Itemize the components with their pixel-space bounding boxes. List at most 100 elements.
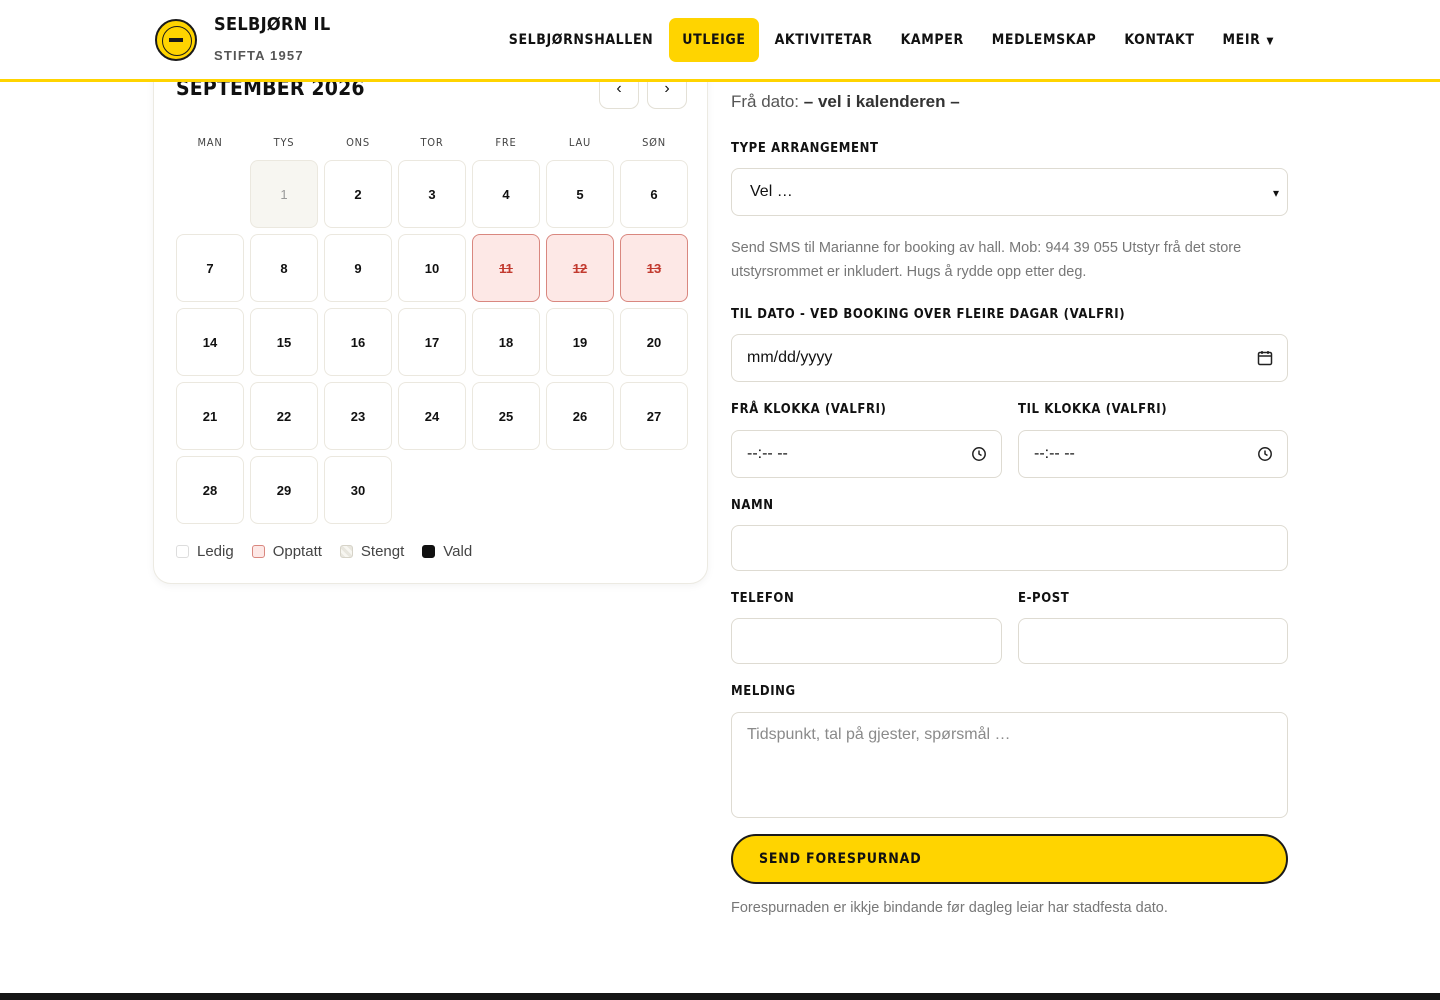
legend-swatch-busy — [251, 545, 265, 558]
calendar-days-grid: 1 2 3 4 5 6 7 8 9 10 11 12 13 14 15 16 17 18 19 20 21 22 23 24 2… — [176, 160, 688, 524]
calendar-icon[interactable] — [1257, 350, 1273, 366]
from-time-input[interactable]: --:-- -- — [731, 430, 1002, 478]
clock-icon[interactable] — [971, 446, 987, 462]
type-select[interactable]: Vel … ▾ — [731, 168, 1288, 216]
nav-item-selbjornshallen[interactable]: SELBJØRNSHALLEN — [495, 18, 668, 62]
message-placeholder: Tidspunkt, tal på gjester, spørsmål … — [747, 726, 1011, 743]
weekday-label: TOR — [420, 136, 444, 149]
weekday-header: MAN TYS ONS TOR FRE LAU SØN — [176, 136, 687, 149]
calendar-day-12: 12 — [546, 234, 614, 302]
calendar-day-25[interactable]: 25 — [472, 382, 540, 450]
legend-item-busy: Opptatt — [251, 543, 322, 560]
calendar-day-8[interactable]: 8 — [250, 234, 318, 302]
message-textarea[interactable]: Tidspunkt, tal på gjester, spørsmål … — [731, 712, 1288, 818]
weekday-label: ONS — [346, 136, 370, 149]
brand-name[interactable]: SELBJØRN IL — [214, 14, 330, 35]
nav-item-meir-label: MEIR — [1222, 32, 1261, 48]
calendar-card: SEPTEMBER 2026 ‹ › MAN TYS ONS TOR FRE LAU SØN… — [153, 40, 708, 584]
calendar-day-10[interactable]: 10 — [398, 234, 466, 302]
weekday-label: TYS — [273, 136, 295, 149]
weekday-label: FRE — [495, 136, 517, 149]
legend-item-closed: Stengt — [339, 543, 405, 560]
chevron-down-icon: ▼ — [1266, 36, 1274, 47]
to-time-placeholder: --:-- -- — [1034, 445, 1075, 462]
chevron-left-icon: ‹ — [616, 80, 622, 97]
nav-item-utleige[interactable]: UTLEIGE — [669, 18, 759, 62]
to-date-label: TIL DATO - VED BOOKING OVER FLEIRE DAGAR… — [731, 307, 1126, 322]
brand-subtitle: STIFTA 1957 — [214, 48, 304, 63]
calendar-day-3[interactable]: 3 — [398, 160, 466, 228]
nav-item-aktivitetar[interactable]: AKTIVITETAR — [761, 18, 887, 62]
calendar-day-26[interactable]: 26 — [546, 382, 614, 450]
footer-bar — [0, 993, 1440, 1000]
weekday-label: LAU — [568, 136, 592, 149]
email-label: E-POST — [1018, 591, 1070, 606]
from-date-value: – vel i kalenderen – — [803, 92, 960, 111]
submit-request-button[interactable]: SEND FORESPURNAD — [731, 834, 1288, 884]
calendar-day-6[interactable]: 6 — [620, 160, 688, 228]
main-nav: SELBJØRNSHALLEN UTLEIGE AKTIVITETAR KAMP… — [495, 18, 1288, 62]
calendar-day-27[interactable]: 27 — [620, 382, 688, 450]
calendar-day-30[interactable]: 30 — [324, 456, 392, 524]
to-time-input[interactable]: --:-- -- — [1018, 430, 1288, 478]
from-date-display: Frå dato: – vel i kalenderen – — [731, 92, 960, 112]
to-date-input[interactable]: mm/dd/yyyy — [731, 334, 1288, 382]
message-label: MELDING — [731, 684, 796, 699]
legend-item-selected: Vald — [422, 543, 472, 560]
type-select-value: Vel … — [750, 183, 793, 200]
email-input[interactable] — [1018, 618, 1288, 664]
phone-input[interactable] — [731, 618, 1002, 664]
clock-icon[interactable] — [1257, 446, 1273, 462]
from-time-placeholder: --:-- -- — [747, 445, 788, 462]
nav-item-medlemskap[interactable]: MEDLEMSKAP — [978, 18, 1111, 62]
calendar-day-28[interactable]: 28 — [176, 456, 244, 524]
legend-label: Stengt — [360, 543, 405, 560]
calendar-legend: Ledig Opptatt Stengt Vald — [176, 543, 490, 560]
calendar-day-4[interactable]: 4 — [472, 160, 540, 228]
calendar-day-17[interactable]: 17 — [398, 308, 466, 376]
legend-label: Ledig — [197, 543, 234, 560]
weekday-label: SØN — [642, 136, 666, 149]
non-binding-note: Forespurnaden er ikkje bindande før dagl… — [731, 900, 1168, 916]
calendar-day-16[interactable]: 16 — [324, 308, 392, 376]
to-time-label: TIL KLOKKA (VALFRI) — [1018, 402, 1168, 417]
nav-item-kontakt[interactable]: KONTAKT — [1110, 18, 1208, 62]
calendar-day-14[interactable]: 14 — [176, 308, 244, 376]
to-date-placeholder: mm/dd/yyyy — [747, 349, 833, 366]
phone-label: TELEFON — [731, 591, 795, 606]
legend-swatch-closed — [339, 545, 353, 558]
type-label: TYPE ARRANGEMENT — [731, 141, 879, 156]
legend-item-free: Ledig — [176, 543, 234, 560]
calendar-day-21[interactable]: 21 — [176, 382, 244, 450]
legend-swatch-free — [176, 545, 189, 558]
calendar-day-5[interactable]: 5 — [546, 160, 614, 228]
calendar-day-29[interactable]: 29 — [250, 456, 318, 524]
calendar-day-18[interactable]: 18 — [472, 308, 540, 376]
name-input[interactable] — [731, 525, 1288, 571]
legend-label: Opptatt — [272, 543, 322, 560]
calendar-day-1: 1 — [250, 160, 318, 228]
calendar-day-15[interactable]: 15 — [250, 308, 318, 376]
from-time-label: FRÅ KLOKKA (VALFRI) — [731, 402, 887, 417]
calendar-day-23[interactable]: 23 — [324, 382, 392, 450]
calendar-day-9[interactable]: 9 — [324, 234, 392, 302]
nav-item-meir[interactable]: MEIR ▼ — [1209, 18, 1288, 62]
calendar-day-19[interactable]: 19 — [546, 308, 614, 376]
calendar-day-7[interactable]: 7 — [176, 234, 244, 302]
nav-item-kamper[interactable]: KAMPER — [887, 18, 978, 62]
site-header: SELBJØRN IL STIFTA 1957 SELBJØRNSHALLEN … — [0, 0, 1440, 82]
calendar-day-11: 11 — [472, 234, 540, 302]
legend-label: Vald — [443, 543, 473, 560]
from-date-label: Frå dato: — [731, 92, 800, 111]
calendar-day-24[interactable]: 24 — [398, 382, 466, 450]
calendar-day-20[interactable]: 20 — [620, 308, 688, 376]
club-logo-icon[interactable] — [155, 19, 197, 61]
calendar-day-2[interactable]: 2 — [324, 160, 392, 228]
calendar-day-22[interactable]: 22 — [250, 382, 318, 450]
booking-help-text: Send SMS til Marianne for booking av hal… — [731, 240, 1242, 280]
chevron-right-icon: › — [664, 80, 670, 97]
chevron-down-icon: ▾ — [1272, 186, 1279, 200]
weekday-label: MAN — [197, 136, 223, 149]
calendar-day-13: 13 — [620, 234, 688, 302]
name-label: NAMN — [731, 498, 774, 513]
